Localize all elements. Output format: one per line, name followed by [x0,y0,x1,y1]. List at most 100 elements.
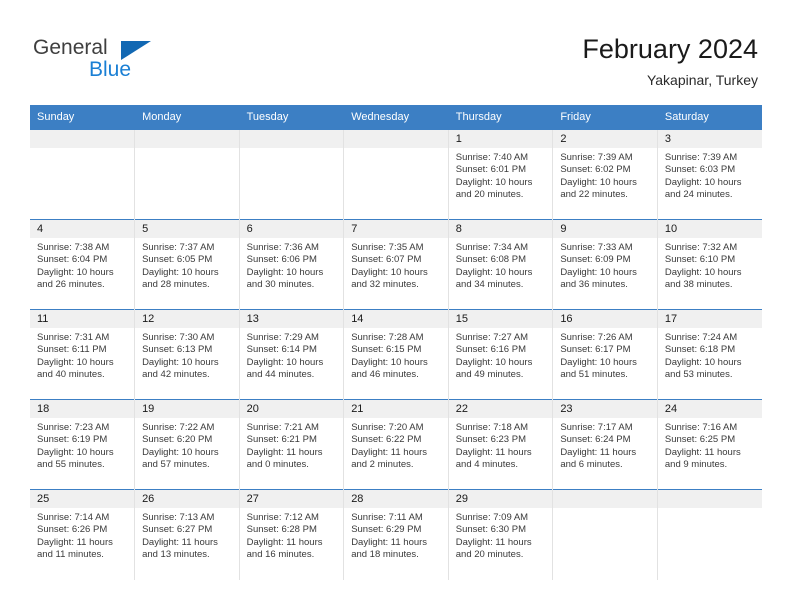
daylight-duration-line1: Daylight: 11 hours [142,536,218,548]
day-number: 29 [448,490,553,508]
calendar-cell-empty [343,129,449,220]
calendar-day-cell[interactable]: 28 Sunrise: 7:11 AM Sunset: 6:29 PM Dayligh… [343,489,449,580]
daylight-duration-line1: Daylight: 10 hours [142,356,219,368]
calendar-cell-inner: 2 Sunrise: 7:39 AM Sunset: 6:02 PM Daylight… [553,130,657,219]
daylight-duration-line2: and 2 minutes. [351,459,414,471]
daylight-duration-line1: Daylight: 10 hours [37,266,114,278]
calendar-cell-inner: 16 Sunrise: 7:26 AM Sunset: 6:17 PM Dayligh… [553,310,657,399]
day-details: Sunrise: 7:39 AM Sunset: 6:03 PM Daylight:… [658,148,762,202]
calendar-day-cell[interactable]: 7 Sunrise: 7:35 AM Sunset: 6:07 PM Daylight… [343,219,449,310]
calendar-day-cell[interactable]: 6 Sunrise: 7:36 AM Sunset: 6:06 PM Daylight… [239,219,345,310]
calendar-day-cell[interactable]: 19 Sunrise: 7:22 AM Sunset: 6:20 PM Dayligh… [134,399,240,490]
day-number [344,130,448,148]
sunset-time: Sunset: 6:18 PM [664,344,736,356]
daylight-duration-line2: and 51 minutes. [560,369,628,381]
calendar-day-cell[interactable]: 24 Sunrise: 7:16 AM Sunset: 6:25 PM Dayligh… [657,399,762,490]
day-number: 22 [448,400,553,418]
sunset-time: Sunset: 6:13 PM [142,344,213,356]
calendar-day-cell[interactable]: 25 Sunrise: 7:14 AM Sunset: 6:26 PM Dayligh… [30,489,136,580]
calendar-day-cell[interactable]: 15 Sunrise: 7:27 AM Sunset: 6:16 PM Dayligh… [448,309,554,400]
calendar-day-cell[interactable]: 10 Sunrise: 7:32 AM Sunset: 6:10 PM Dayligh… [657,219,762,310]
daylight-duration-line2: and 9 minutes. [664,459,728,471]
day-details: Sunrise: 7:32 AM Sunset: 6:10 PM Daylight:… [658,238,762,292]
day-details: Sunrise: 7:27 AM Sunset: 6:16 PM Daylight:… [449,328,553,382]
sunset-time: Sunset: 6:05 PM [142,254,213,266]
page-header: General Blue February 2024 Yakapinar, Tu… [0,0,792,100]
calendar-cell-inner: 18 Sunrise: 7:23 AM Sunset: 6:19 PM Dayligh… [30,400,135,489]
sunset-time: Sunset: 6:30 PM [455,524,526,536]
day-number: 4 [30,220,135,238]
calendar-cell-empty [552,489,658,580]
calendar-day-cell[interactable]: 18 Sunrise: 7:23 AM Sunset: 6:19 PM Dayligh… [30,399,136,490]
day-details: Sunrise: 7:26 AM Sunset: 6:17 PM Daylight:… [553,328,657,382]
calendar-day-cell[interactable]: 4 Sunrise: 7:38 AM Sunset: 6:04 PM Daylight… [30,219,136,310]
day-details: Sunrise: 7:21 AM Sunset: 6:21 PM Daylight:… [240,418,344,472]
calendar-day-cell[interactable]: 8 Sunrise: 7:34 AM Sunset: 6:08 PM Daylight… [448,219,554,310]
general-blue-logo[interactable]: General Blue [33,37,163,85]
weekday-header-friday: Friday [552,105,658,130]
daylight-duration-line2: and 40 minutes. [37,369,105,381]
calendar-day-cell[interactable]: 23 Sunrise: 7:17 AM Sunset: 6:24 PM Dayligh… [552,399,658,490]
calendar-cell-inner: 1 Sunrise: 7:40 AM Sunset: 6:01 PM Daylight… [448,130,553,219]
calendar-day-cell[interactable]: 14 Sunrise: 7:28 AM Sunset: 6:15 PM Dayligh… [343,309,449,400]
calendar-cell-inner: 8 Sunrise: 7:34 AM Sunset: 6:08 PM Daylight… [448,220,553,309]
weekday-header-sunday: Sunday [30,105,136,130]
day-details: Sunrise: 7:17 AM Sunset: 6:24 PM Daylight:… [553,418,657,472]
sunset-time: Sunset: 6:15 PM [351,344,422,356]
sunrise-time: Sunrise: 7:29 AM [246,332,319,343]
sunset-time: Sunset: 6:06 PM [246,254,317,266]
sunrise-time: Sunrise: 7:13 AM [142,512,215,523]
sunrise-time: Sunrise: 7:26 AM [560,332,633,343]
day-details: Sunrise: 7:31 AM Sunset: 6:11 PM Daylight:… [30,328,134,382]
calendar-day-cell[interactable]: 29 Sunrise: 7:09 AM Sunset: 6:30 PM Dayligh… [448,489,554,580]
sunset-time: Sunset: 6:03 PM [664,164,736,176]
daylight-duration-line1: Daylight: 10 hours [560,266,637,278]
day-details: Sunrise: 7:12 AM Sunset: 6:28 PM Daylight:… [240,508,344,562]
daylight-duration-line2: and 55 minutes. [37,459,105,471]
sunrise-time: Sunrise: 7:39 AM [664,152,738,163]
sunrise-time: Sunrise: 7:38 AM [37,242,110,253]
calendar-cell-inner: 27 Sunrise: 7:12 AM Sunset: 6:28 PM Dayligh… [239,490,344,580]
logo-text-blue: Blue [89,58,132,81]
day-number: 15 [448,310,553,328]
calendar-day-cell[interactable]: 13 Sunrise: 7:29 AM Sunset: 6:14 PM Dayligh… [239,309,345,400]
daylight-duration-line2: and 44 minutes. [246,369,315,381]
day-details: Sunrise: 7:22 AM Sunset: 6:20 PM Daylight:… [135,418,239,472]
day-number: 1 [448,130,553,148]
sunrise-time: Sunrise: 7:12 AM [246,512,319,523]
day-number: 12 [135,310,239,328]
day-number: 2 [553,130,657,148]
calendar-day-cell[interactable]: 11 Sunrise: 7:31 AM Sunset: 6:11 PM Dayligh… [30,309,136,400]
calendar-cell-inner: 23 Sunrise: 7:17 AM Sunset: 6:24 PM Dayligh… [553,400,657,489]
calendar-week-row: 25 Sunrise: 7:14 AM Sunset: 6:26 PM Dayligh… [30,489,762,580]
calendar-day-cell[interactable]: 5 Sunrise: 7:37 AM Sunset: 6:05 PM Daylight… [134,219,240,310]
calendar-cell-empty [657,489,762,580]
sunrise-time: Sunrise: 7:27 AM [455,332,529,343]
sunrise-time: Sunrise: 7:28 AM [351,332,424,343]
calendar-day-cell[interactable]: 12 Sunrise: 7:30 AM Sunset: 6:13 PM Dayligh… [134,309,240,400]
calendar-cell-inner: 5 Sunrise: 7:37 AM Sunset: 6:05 PM Daylight… [135,220,239,309]
calendar-cell-inner: 14 Sunrise: 7:28 AM Sunset: 6:15 PM Dayligh… [344,310,448,399]
calendar-cell-inner: 24 Sunrise: 7:16 AM Sunset: 6:25 PM Dayligh… [657,400,762,489]
calendar-day-cell[interactable]: 17 Sunrise: 7:24 AM Sunset: 6:18 PM Dayligh… [657,309,762,400]
calendar-page: General Blue February 2024 Yakapinar, Tu… [0,0,792,612]
calendar-day-cell[interactable]: 9 Sunrise: 7:33 AM Sunset: 6:09 PM Daylight… [552,219,658,310]
daylight-duration-line1: Daylight: 10 hours [664,356,742,368]
calendar-day-cell[interactable]: 27 Sunrise: 7:12 AM Sunset: 6:28 PM Dayligh… [239,489,345,580]
calendar-day-cell[interactable]: 1 Sunrise: 7:40 AM Sunset: 6:01 PM Daylight… [448,129,554,220]
daylight-duration-line1: Daylight: 10 hours [560,356,637,368]
sunset-time: Sunset: 6:22 PM [351,434,422,446]
day-details: Sunrise: 7:37 AM Sunset: 6:05 PM Daylight:… [135,238,239,292]
calendar-day-cell[interactable]: 20 Sunrise: 7:21 AM Sunset: 6:21 PM Dayligh… [239,399,345,490]
calendar-day-cell[interactable]: 26 Sunrise: 7:13 AM Sunset: 6:27 PM Dayligh… [134,489,240,580]
day-details: Sunrise: 7:16 AM Sunset: 6:25 PM Daylight:… [658,418,762,472]
calendar-day-cell[interactable]: 21 Sunrise: 7:20 AM Sunset: 6:22 PM Dayligh… [343,399,449,490]
daylight-duration-line1: Daylight: 10 hours [664,176,742,188]
calendar-day-cell[interactable]: 2 Sunrise: 7:39 AM Sunset: 6:02 PM Daylight… [552,129,658,220]
calendar-day-cell[interactable]: 16 Sunrise: 7:26 AM Sunset: 6:17 PM Dayligh… [552,309,658,400]
daylight-duration-line2: and 36 minutes. [560,279,628,291]
calendar-day-cell[interactable]: 3 Sunrise: 7:39 AM Sunset: 6:03 PM Daylight… [657,129,762,220]
day-number: 18 [30,400,135,418]
calendar-cell-inner [30,130,135,219]
calendar-day-cell[interactable]: 22 Sunrise: 7:18 AM Sunset: 6:23 PM Dayligh… [448,399,554,490]
